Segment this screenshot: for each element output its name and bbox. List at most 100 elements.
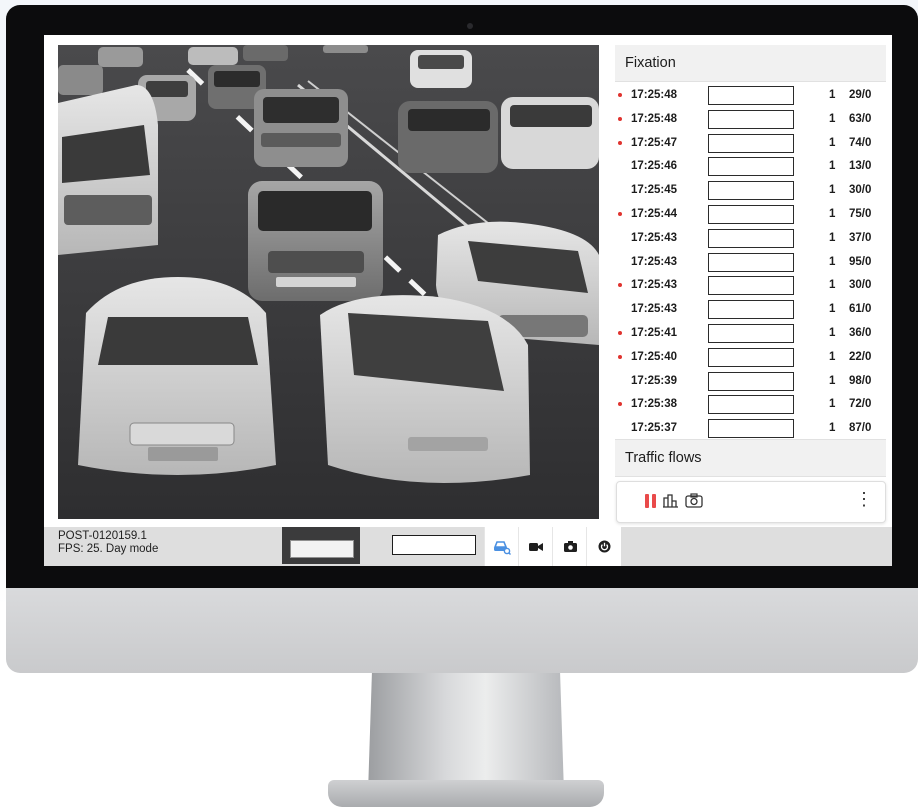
fixation-time: 17:25:41 — [631, 326, 678, 339]
fixation-row[interactable]: 17:25:44 1 75/0 — [615, 203, 886, 227]
fixation-row[interactable]: 17:25:46 1 13/0 — [615, 155, 886, 179]
plate-box — [708, 228, 794, 248]
fixation-count: 1 — [829, 279, 836, 292]
plate-box — [708, 86, 794, 105]
fixation-count: 1 — [829, 398, 836, 411]
fixation-count: 1 — [829, 160, 836, 173]
fixation-row[interactable]: 17:25:45 1 30/0 — [615, 179, 886, 203]
camera-button[interactable] — [552, 527, 587, 566]
camera-video-feed[interactable] — [58, 45, 599, 519]
fixation-time: 17:25:48 — [631, 89, 678, 101]
kebab-menu-icon[interactable]: ⋮ — [855, 490, 873, 508]
fixation-count: 1 — [829, 374, 836, 387]
alert-dot-icon — [618, 283, 622, 288]
alert-dot-icon — [618, 140, 622, 145]
monitor-bezel: POST-0120159.1 FPS: 25. Day mode Fixatio… — [6, 5, 918, 588]
fixation-time: 17:25:48 — [631, 112, 678, 125]
plate-box — [708, 157, 794, 177]
fixation-list: 17:25:48 1 29/0 17:25:48 1 63/0 17:25:47 1 74/0 1… — [615, 84, 886, 441]
fixation-count: 1 — [829, 231, 836, 244]
video-icon — [529, 542, 543, 551]
alert-dot-icon — [618, 330, 622, 335]
fixation-row[interactable]: 17:25:48 1 29/0 — [615, 84, 886, 108]
fixation-time: 17:25:43 — [631, 303, 678, 316]
fixation-row[interactable]: 17:25:47 1 74/0 — [615, 132, 886, 156]
fixation-row[interactable]: 17:25:48 1 63/0 — [615, 108, 886, 132]
fixation-speed: 37/0 — [849, 231, 872, 244]
traffic-flows-panel: Traffic flows ⋮ — [615, 439, 886, 523]
plate-box — [708, 300, 794, 320]
fixation-count: 1 — [829, 112, 836, 125]
fixation-row[interactable]: 17:25:37 1 87/0 — [615, 417, 886, 441]
fixation-speed: 74/0 — [849, 136, 872, 149]
plate-box — [708, 395, 794, 415]
fixation-time: 17:25:47 — [631, 136, 678, 149]
plate-box — [708, 181, 794, 201]
fixation-speed: 22/0 — [849, 350, 872, 363]
fixation-count: 1 — [829, 303, 836, 316]
fixation-count: 1 — [829, 326, 836, 339]
alert-dot-icon — [618, 116, 622, 121]
fixation-speed: 29/0 — [849, 89, 872, 101]
fixation-time: 17:25:44 — [631, 207, 678, 220]
fixation-speed: 95/0 — [849, 255, 872, 268]
fixation-time: 17:25:39 — [631, 374, 678, 387]
plate-thumbnail-plate — [290, 540, 354, 558]
plate-input[interactable] — [392, 535, 476, 555]
fixation-time: 17:25:46 — [631, 160, 678, 173]
webcam-dot — [467, 23, 473, 29]
fixation-speed: 61/0 — [849, 303, 872, 316]
car-search-icon — [493, 540, 511, 555]
power-icon — [598, 540, 610, 553]
fixation-row[interactable]: 17:25:43 1 61/0 — [615, 298, 886, 322]
car-search-button[interactable] — [484, 527, 519, 566]
traffic-flows-title: Traffic flows — [615, 439, 886, 477]
fixation-time: 17:25:43 — [631, 255, 678, 268]
fixation-time: 17:25:40 — [631, 350, 678, 363]
plate-box — [708, 371, 794, 391]
fixation-row[interactable]: 17:25:40 1 22/0 — [615, 346, 886, 370]
fixation-time: 17:25:38 — [631, 398, 678, 411]
fixation-speed: 87/0 — [849, 422, 872, 435]
alert-dot-icon — [618, 354, 622, 359]
screen: POST-0120159.1 FPS: 25. Day mode Fixatio… — [44, 35, 892, 566]
video-button[interactable] — [518, 527, 553, 566]
monitor-stand-base — [328, 780, 604, 807]
fixation-speed: 13/0 — [849, 160, 872, 173]
fixation-row[interactable]: 17:25:38 1 72/0 — [615, 393, 886, 417]
plate-box — [708, 109, 794, 129]
fixation-count: 1 — [829, 89, 836, 101]
fixation-time: 17:25:45 — [631, 184, 678, 197]
plate-box — [708, 133, 794, 153]
camera-icon — [563, 541, 577, 552]
fixation-count: 1 — [829, 350, 836, 363]
plate-box — [708, 419, 794, 439]
alert-dot-icon — [618, 211, 622, 216]
fixation-count: 1 — [829, 255, 836, 268]
post-id: POST-0120159.1 — [58, 530, 147, 542]
fixation-speed: 63/0 — [849, 112, 872, 125]
fixation-panel: Fixation 17:25:48 1 29/0 17:25:48 1 63/0 17:25… — [615, 45, 886, 440]
traffic-flow-card[interactable]: ⋮ — [616, 481, 886, 523]
alert-dot-icon — [618, 402, 622, 407]
fixation-speed: 72/0 — [849, 398, 872, 411]
fixation-speed: 30/0 — [849, 279, 872, 292]
camera-settings-icon[interactable] — [685, 493, 703, 508]
plate-box — [708, 347, 794, 367]
fixation-row[interactable]: 17:25:39 1 98/0 — [615, 370, 886, 394]
pause-icon[interactable] — [645, 493, 657, 508]
fixation-row[interactable]: 17:25:43 1 30/0 — [615, 274, 886, 298]
plate-box — [708, 276, 794, 296]
fixation-row[interactable]: 17:25:43 1 95/0 — [615, 251, 886, 275]
fixation-row[interactable]: 17:25:43 1 37/0 — [615, 227, 886, 251]
fixation-speed: 30/0 — [849, 184, 872, 197]
power-button[interactable] — [586, 527, 621, 566]
fixation-speed: 36/0 — [849, 326, 872, 339]
fixation-time: 17:25:43 — [631, 279, 678, 292]
fixation-speed: 98/0 — [849, 374, 872, 387]
monitor: POST-0120159.1 FPS: 25. Day mode Fixatio… — [6, 5, 918, 673]
fixation-title: Fixation — [615, 45, 886, 82]
plate-thumbnail[interactable] — [282, 527, 360, 564]
fixation-row[interactable]: 17:25:41 1 36/0 — [615, 322, 886, 346]
chart-icon[interactable] — [663, 493, 679, 508]
